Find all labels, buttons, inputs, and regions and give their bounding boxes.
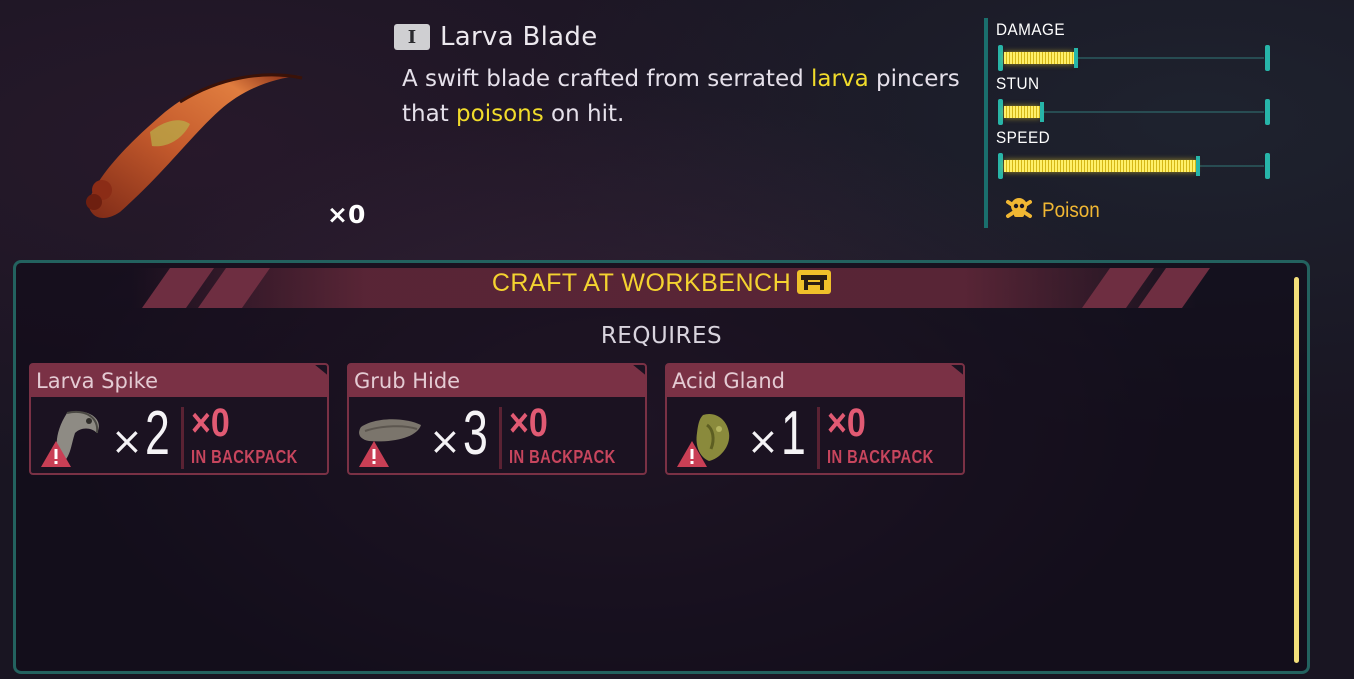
required-quantity: × 3 [429,399,488,468]
tier-badge: I [394,24,430,50]
ingredient-name: Grub Hide [349,365,645,397]
ingredient-card-larva-spike[interactable]: Larva Spike × 2 ×0 IN BACKPACK [29,363,329,475]
stat-speed: SPEED [996,128,1271,179]
effect-label: Poison [1042,199,1100,222]
craft-title: CRAFT AT WORKBENCH [16,269,1307,298]
stat-fill [1004,52,1074,64]
required-quantity: × 1 [747,399,806,468]
item-title-row: I Larva Blade [394,22,598,52]
craft-panel: CRAFT AT WORKBENCH REQUIRES Larva Spike … [13,260,1310,674]
stats-panel: DAMAGE STUN SPEED Poison [984,18,1284,228]
stat-fill [1004,106,1040,118]
desc-text: on hit. [543,101,625,127]
stat-bar [998,45,1270,71]
stat-bar [998,153,1270,179]
stat-label: SPEED [996,128,1051,147]
backpack-count: ×0 IN BACKPACK [827,401,934,467]
scrollbar[interactable] [1294,277,1299,663]
ingredient-card-acid-gland[interactable]: Acid Gland × 1 ×0 IN BACKPACK [665,363,965,475]
warning-icon [675,439,709,473]
poison-skull-icon [1004,194,1034,228]
item-name: Larva Blade [440,22,598,52]
stat-fill [1004,160,1196,172]
warning-icon [39,439,73,473]
poison-effect: Poison [1004,194,1106,228]
warning-icon [357,439,391,473]
stats-divider [984,18,988,228]
ingredient-card-grub-hide[interactable]: Grub Hide × 3 ×0 IN BACKPACK [347,363,647,475]
stat-label: STUN [996,74,1040,93]
ingredient-name: Larva Spike [31,365,327,397]
larva-blade-icon [70,62,310,227]
desc-keyword-poisons: poisons [456,101,544,127]
owned-count: ×0 [327,200,366,229]
stat-damage: DAMAGE [996,20,1271,71]
requires-label: REQUIRES [600,323,723,349]
craft-title-text: CRAFT AT WORKBENCH [491,269,792,297]
workbench-icon [797,270,832,294]
backpack-count: ×0 IN BACKPACK [509,401,616,467]
desc-keyword-larva: larva [811,66,869,92]
stat-stun: STUN [996,74,1271,125]
required-quantity: × 2 [111,399,170,468]
desc-text: A swift blade crafted from serrated [402,66,812,92]
ingredient-name: Acid Gland [667,365,963,397]
stat-label: DAMAGE [996,20,1066,39]
item-description: A swift blade crafted from serrated larv… [402,62,962,132]
stat-bar [998,99,1270,125]
backpack-count: ×0 IN BACKPACK [191,401,298,467]
